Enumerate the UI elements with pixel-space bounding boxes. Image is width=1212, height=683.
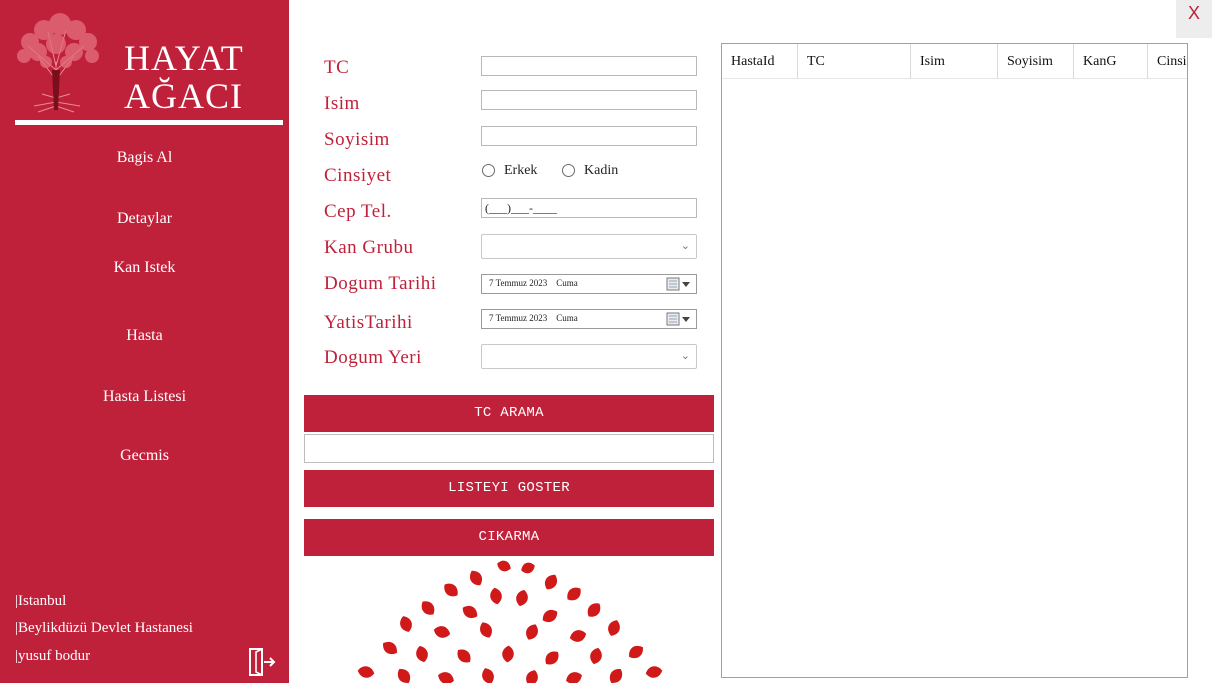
tc-arama-button[interactable]: TC ARAMA bbox=[304, 395, 714, 432]
dogum-tarihi-picker[interactable]: 7 Temmuz 2023 Cuma bbox=[481, 274, 697, 294]
column-header-hastaid[interactable]: HastaId bbox=[722, 44, 798, 79]
radio-label-erkek: Erkek bbox=[504, 163, 538, 178]
yatis-tarihi-value: 7 Temmuz 2023 Cuma bbox=[489, 313, 578, 323]
yatis-tarihi-picker[interactable]: 7 Temmuz 2023 Cuma bbox=[481, 309, 697, 329]
column-header-soyisim[interactable]: Soyisim bbox=[998, 44, 1074, 79]
close-button[interactable]: X bbox=[1176, 0, 1212, 38]
label-yatis-tarihi: YatisTarihi bbox=[324, 312, 413, 333]
brand-title-line2: AĞACI bbox=[124, 76, 243, 116]
column-header-isim[interactable]: Isim bbox=[911, 44, 998, 79]
radio-erkek[interactable] bbox=[482, 164, 495, 177]
dogum-yeri-select[interactable]: ⌄ bbox=[481, 344, 697, 369]
label-dogum-tarihi: Dogum Tarihi bbox=[324, 273, 437, 294]
radio-kadin[interactable] bbox=[562, 164, 575, 177]
leaf-tree-illustration bbox=[356, 558, 664, 683]
label-tc: TC bbox=[324, 57, 350, 78]
logo-divider bbox=[15, 120, 283, 125]
chevron-down-icon: ⌄ bbox=[680, 239, 690, 252]
radio-label-kadin: Kadin bbox=[584, 163, 619, 178]
soyisim-field[interactable] bbox=[481, 126, 697, 146]
sidebar-item-gecmis[interactable]: Gecmis bbox=[0, 447, 289, 465]
column-header-kang[interactable]: KanG bbox=[1074, 44, 1148, 79]
sidebar-item-bagis-al[interactable]: Bagis Al bbox=[0, 149, 289, 167]
tc-field[interactable] bbox=[481, 56, 697, 76]
label-isim: Isim bbox=[324, 93, 360, 114]
footer-user: |yusuf bodur bbox=[15, 648, 91, 664]
sidebar-item-kan-istek[interactable]: Kan Istek bbox=[0, 259, 289, 277]
listeyi-goster-button[interactable]: LISTEYI GOSTER bbox=[304, 470, 714, 507]
sidebar-item-hasta[interactable]: Hasta bbox=[0, 327, 289, 345]
kan-grubu-select[interactable]: ⌄ bbox=[481, 234, 697, 259]
column-header-cinsi[interactable]: Cinsi bbox=[1148, 44, 1187, 79]
label-cinsiyet: Cinsiyet bbox=[324, 165, 392, 186]
sidebar: HAYAT AĞACI Bagis Al Detaylar Kan Istek … bbox=[0, 0, 289, 683]
tc-search-input[interactable] bbox=[304, 434, 714, 463]
tree-logo-icon bbox=[17, 13, 99, 113]
column-header-tc[interactable]: TC bbox=[798, 44, 911, 79]
label-dogum-yeri: Dogum Yeri bbox=[324, 347, 422, 368]
footer-city: |Istanbul bbox=[15, 593, 67, 609]
label-cep-tel: Cep Tel. bbox=[324, 201, 392, 222]
isim-field[interactable] bbox=[481, 90, 697, 110]
sidebar-item-hasta-listesi[interactable]: Hasta Listesi bbox=[0, 388, 289, 406]
brand-title-line1: HAYAT bbox=[124, 38, 244, 78]
door-exit-icon[interactable] bbox=[245, 646, 277, 678]
label-kan-grubu: Kan Grubu bbox=[324, 237, 414, 258]
sidebar-item-detaylar[interactable]: Detaylar bbox=[0, 210, 289, 228]
footer-hospital: |Beylikdüzü Devlet Hastanesi bbox=[15, 620, 193, 636]
calendar-dropdown-icon[interactable] bbox=[666, 312, 692, 326]
calendar-dropdown-icon[interactable] bbox=[666, 277, 692, 291]
chevron-down-icon: ⌄ bbox=[680, 349, 690, 362]
cep-tel-field[interactable]: (___)___-____ bbox=[481, 198, 697, 218]
dogum-tarihi-value: 7 Temmuz 2023 Cuma bbox=[489, 278, 578, 288]
cikarma-button[interactable]: CIKARMA bbox=[304, 519, 714, 556]
label-soyisim: Soyisim bbox=[324, 129, 390, 150]
patient-table[interactable]: HastaId TC Isim Soyisim KanG Cinsi bbox=[721, 43, 1188, 678]
